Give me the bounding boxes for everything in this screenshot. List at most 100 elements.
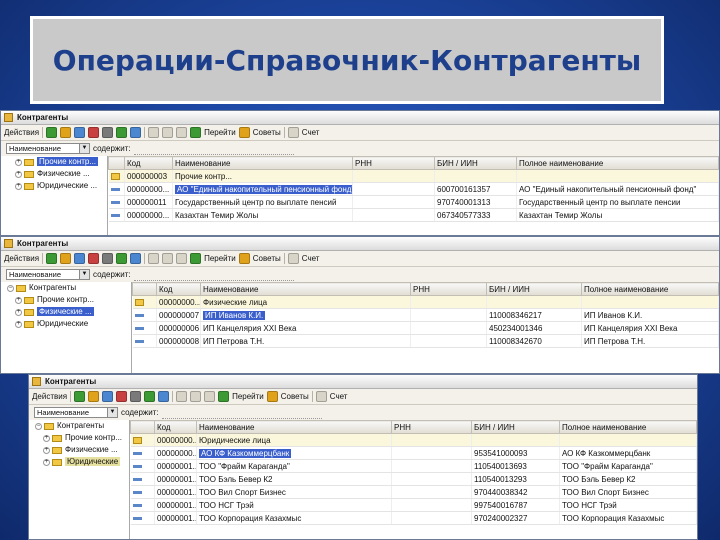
go-icon[interactable] (190, 127, 202, 138)
table-row[interactable]: 000000011 Государственный центр по выплат… (108, 195, 719, 209)
expand-icon[interactable]: + (15, 320, 22, 328)
column-header[interactable]: РНН (410, 282, 487, 296)
column-header[interactable]: Полное наименование (581, 282, 719, 296)
tips-icon[interactable] (266, 391, 278, 402)
sort-icon[interactable] (176, 253, 188, 264)
edit-icon[interactable] (88, 127, 100, 138)
hierarchy-icon[interactable] (158, 391, 170, 402)
table-row[interactable]: 00000001... ТОО Вил Спорт Бизнес 970440038… (130, 485, 697, 499)
table-row[interactable]: 000000008 ИП Петрова Т.Н. 110008342670 ИП П… (132, 334, 719, 348)
table-row[interactable]: 000000007 ИП Иванов К.И. 110008346217 ИП Ив… (132, 308, 719, 322)
expand-icon[interactable]: + (15, 158, 22, 166)
actions-menu[interactable]: Действия (4, 128, 39, 137)
tree-item[interactable]: + Прочие контр... (1, 156, 107, 168)
filter-icon[interactable] (148, 127, 160, 138)
account-menu[interactable]: Счет (330, 392, 348, 401)
table-row[interactable]: 000000003 Прочие контр... (108, 169, 719, 183)
add-icon[interactable] (46, 127, 58, 138)
filter-field-select[interactable]: Наименование ▼ (6, 143, 90, 154)
column-header[interactable] (130, 420, 155, 434)
tips-button[interactable]: Советы (253, 254, 281, 263)
add-group-icon[interactable] (74, 253, 86, 264)
filter-field-select[interactable]: Наименование ▼ (34, 407, 118, 418)
filter-value-input[interactable] (161, 407, 322, 419)
expand-icon[interactable]: + (43, 458, 50, 466)
filter-off-icon[interactable] (162, 127, 174, 138)
tips-icon[interactable] (238, 127, 250, 138)
tree-item[interactable]: + Физические ... (1, 306, 131, 318)
go-icon[interactable] (218, 391, 230, 402)
copy-icon[interactable] (60, 127, 72, 138)
chevron-down-icon[interactable]: ▼ (79, 270, 89, 279)
chevron-down-icon[interactable]: ▼ (79, 144, 89, 153)
expand-icon[interactable]: + (15, 296, 22, 304)
account-icon[interactable] (287, 127, 299, 138)
copy-icon[interactable] (88, 391, 100, 402)
account-icon[interactable] (315, 391, 327, 402)
tips-button[interactable]: Советы (281, 392, 309, 401)
tree-item[interactable]: + Прочие контр... (1, 294, 131, 306)
tree-item[interactable]: + Физические ... (29, 444, 129, 456)
table-row[interactable]: 00000000... Юридические лица (130, 433, 697, 447)
delete-icon[interactable] (102, 127, 114, 138)
tree-item[interactable]: + Юридические (1, 318, 131, 330)
chevron-down-icon[interactable]: ▼ (107, 408, 117, 417)
column-header[interactable]: РНН (352, 156, 435, 170)
column-header[interactable]: Код (156, 282, 201, 296)
column-header[interactable]: Код (154, 420, 197, 434)
add-icon[interactable] (74, 391, 86, 402)
go-icon[interactable] (190, 253, 202, 264)
table-row[interactable]: 000000006 ИП Канцелярия XXI Века 450234001… (132, 321, 719, 335)
refresh-icon[interactable] (144, 391, 156, 402)
sort-icon[interactable] (204, 391, 216, 402)
go-menu[interactable]: Перейти (204, 254, 236, 263)
refresh-icon[interactable] (116, 253, 128, 264)
table-row[interactable]: 00000001... ТОО НСГ Трэй 997540016787 ТОО Н… (130, 498, 697, 512)
expand-icon[interactable]: − (35, 422, 42, 430)
tree-item[interactable]: + Физические ... (1, 168, 107, 180)
refresh-icon[interactable] (116, 127, 128, 138)
filter-icon[interactable] (176, 391, 188, 402)
column-header[interactable] (108, 156, 125, 170)
account-icon[interactable] (287, 253, 299, 264)
filter-icon[interactable] (148, 253, 160, 264)
table-row[interactable]: 00000000... Физические лица (132, 295, 719, 309)
expand-icon[interactable]: + (15, 182, 22, 190)
column-header[interactable]: Полное наименование (516, 156, 719, 170)
hierarchy-icon[interactable] (130, 253, 142, 264)
account-menu[interactable]: Счет (302, 254, 320, 263)
column-header[interactable]: Код (124, 156, 173, 170)
copy-icon[interactable] (60, 253, 72, 264)
table-row[interactable]: 00000000... АО "Единый накопительный пенс… (108, 182, 719, 196)
add-group-icon[interactable] (102, 391, 114, 402)
column-header[interactable]: Наименование (200, 282, 411, 296)
expand-icon[interactable]: + (15, 170, 22, 178)
go-menu[interactable]: Перейти (204, 128, 236, 137)
actions-menu[interactable]: Действия (4, 254, 39, 263)
expand-icon[interactable]: − (7, 284, 14, 292)
tree-item[interactable]: − Контрагенты (1, 282, 131, 294)
add-group-icon[interactable] (74, 127, 86, 138)
column-header[interactable]: Наименование (172, 156, 353, 170)
column-header[interactable]: БИН / ИИН (486, 282, 582, 296)
tree-item[interactable]: − Контрагенты (29, 420, 129, 432)
account-menu[interactable]: Счет (302, 128, 320, 137)
sort-icon[interactable] (176, 127, 188, 138)
tree-item[interactable]: + Юридические (29, 456, 129, 468)
hierarchy-icon[interactable] (130, 127, 142, 138)
expand-icon[interactable]: + (43, 446, 50, 454)
table-row[interactable]: 00000000... АО КФ Казкоммерцбанк 953541000… (130, 446, 697, 460)
column-header[interactable]: БИН / ИИН (434, 156, 517, 170)
expand-icon[interactable]: + (15, 308, 22, 316)
go-menu[interactable]: Перейти (232, 392, 264, 401)
filter-field-select[interactable]: Наименование ▼ (6, 269, 90, 280)
delete-icon[interactable] (130, 391, 142, 402)
edit-icon[interactable] (116, 391, 128, 402)
tree-item[interactable]: + Прочие контр... (29, 432, 129, 444)
table-row[interactable]: 00000001... ТОО Корпорация Казахмыс 970240… (130, 511, 697, 525)
column-header[interactable]: БИН / ИИН (471, 420, 560, 434)
actions-menu[interactable]: Действия (32, 392, 67, 401)
delete-icon[interactable] (102, 253, 114, 264)
column-header[interactable]: РНН (391, 420, 472, 434)
filter-value-input[interactable] (133, 143, 294, 155)
